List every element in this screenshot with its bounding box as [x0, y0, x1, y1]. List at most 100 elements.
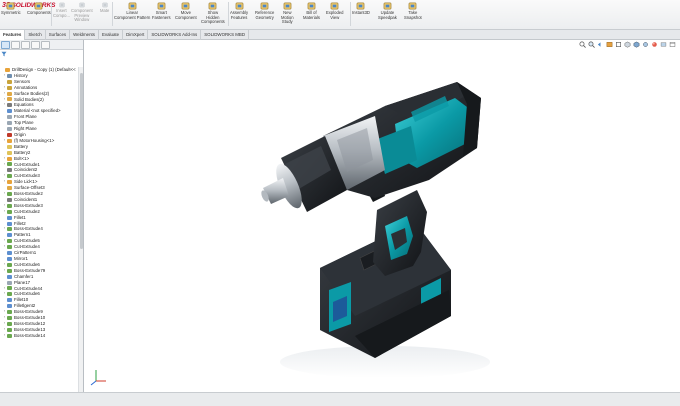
feature-icon [7, 245, 12, 250]
insert-comp-button[interactable]: Insert Compo... [53, 2, 70, 18]
instant3d-icon [357, 2, 365, 10]
feature-tree: DrillDesign - Copy (1) (Default<< › Histor… [0, 67, 78, 339]
reference-triad [90, 370, 106, 386]
feature-icon [7, 150, 12, 155]
feature-icon [7, 203, 12, 208]
feature-icon [7, 162, 12, 167]
tab-solidworks-add-ins[interactable]: SOLIDWORKS Add-Ins [148, 30, 202, 40]
feature-icon [7, 132, 12, 137]
appearance-tab-icon[interactable] [41, 40, 50, 49]
tab-weldments[interactable]: Weldments [70, 30, 99, 40]
feature-icon [7, 138, 12, 143]
tab-surfaces[interactable]: Surfaces [46, 30, 71, 40]
feature-icon [7, 91, 12, 96]
exploded-view-icon [330, 2, 339, 10]
take-snapshot-button[interactable]: Take Snapshot [404, 2, 422, 20]
feature-icon [5, 67, 10, 72]
instant3d-label: Instant3D [352, 10, 370, 15]
feature-manager-panel: DrillDesign - Copy (1) (Default<< › Histor… [0, 40, 84, 392]
feature-icon [7, 304, 12, 309]
component-preview-label: Component Preview Window [71, 8, 93, 23]
feature-icon [7, 85, 12, 90]
feature-icon [7, 186, 12, 191]
reference-geometry-label: Reference Geometry [255, 10, 275, 20]
assembly-component-label: Components [27, 10, 51, 15]
feature-icon [7, 327, 12, 332]
feature-icon [7, 286, 12, 291]
smart-fasteners-button[interactable]: Smart Fasteners [152, 2, 171, 20]
dim-sym-button[interactable]: Symmetric [1, 2, 21, 16]
drill-model-render[interactable] [85, 40, 680, 392]
smart-fasteners-icon [157, 2, 166, 10]
smart-fasteners-label: Smart Fasteners [152, 10, 171, 20]
tree-filter[interactable] [0, 50, 83, 58]
tab-sketch[interactable]: Sketch [25, 30, 46, 40]
tab-features[interactable]: Features [0, 30, 26, 40]
mate-button[interactable]: Mate [100, 2, 109, 14]
feature-icon [7, 292, 12, 297]
component-preview-button[interactable]: Component Preview Window [71, 2, 93, 23]
move-component-label: Move Component [175, 10, 197, 20]
panel-toolbar [0, 40, 83, 50]
feature-icon [7, 127, 12, 132]
feature-icon [7, 251, 12, 256]
show-hidden-label: Show Hidden Components [201, 10, 225, 25]
feature-icon [7, 333, 12, 338]
graphics-area[interactable] [85, 40, 680, 392]
assembly-features-button[interactable]: Assembly Features [230, 2, 248, 20]
feature-icon [7, 316, 12, 321]
feature-icon [7, 103, 12, 108]
update-speedpak-icon [383, 2, 392, 10]
update-speedpak-button[interactable]: Update Speedpak [378, 2, 397, 20]
instant3d-button[interactable]: Instant3D [352, 2, 370, 16]
tree-item-label: Boss-Extrude14 [14, 332, 46, 338]
feature-icon [7, 310, 12, 315]
show-hidden-button[interactable]: Show Hidden Components [201, 2, 225, 25]
tab-solidworks-mbd[interactable]: SOLIDWORKS MBD [201, 30, 249, 40]
new-motion-study-button[interactable]: New Motion Study [281, 2, 294, 25]
reference-geometry-icon [260, 2, 269, 10]
command-manager-ribbon: 3S SOLIDWORKS Symmetric Components Insert … [0, 0, 680, 30]
dimxpert-manager-tab-icon[interactable] [31, 40, 40, 49]
tree-item[interactable]: › Boss-Extrude14 [0, 333, 78, 339]
feature-icon [7, 109, 12, 114]
tree-scrollbar[interactable] [78, 67, 83, 392]
linear-pattern-button[interactable]: Linear Component Pattern [114, 2, 150, 20]
feature-icon [7, 321, 12, 326]
property-manager-tab-icon[interactable] [11, 40, 20, 49]
feature-icon [7, 191, 12, 196]
feature-icon [7, 262, 12, 267]
feature-manager-tab-icon[interactable] [1, 40, 10, 49]
feature-icon [7, 73, 12, 78]
bill-of-materials-button[interactable]: Bill of Materials [303, 2, 320, 20]
exploded-view-button[interactable]: Exploded View [326, 2, 343, 20]
tab-dimxpert[interactable]: DimXpert [123, 30, 149, 40]
tab-evaluate[interactable]: Evaluate [99, 30, 124, 40]
take-snapshot-icon [409, 2, 417, 10]
feature-icon [7, 180, 12, 185]
reference-geometry-button[interactable]: Reference Geometry [255, 2, 274, 20]
configuration-manager-tab-icon[interactable] [21, 40, 30, 49]
ribbon-separator [112, 2, 113, 26]
feature-icon [7, 256, 12, 261]
show-hidden-icon [209, 2, 217, 10]
feature-icon [7, 215, 12, 220]
feature-icon [7, 156, 12, 161]
bill-of-materials-icon [307, 2, 316, 10]
ribbon-separator [51, 2, 52, 26]
mate-label: Mate [100, 8, 110, 13]
status-bar [0, 392, 680, 406]
feature-icon [7, 115, 12, 120]
feature-icon [7, 197, 12, 202]
feature-icon [7, 268, 12, 273]
tree-scrollbar-thumb[interactable] [79, 73, 83, 249]
filter-icon[interactable] [1, 51, 7, 57]
assembly-component-button[interactable]: Components [27, 2, 51, 16]
new-motion-study-icon [283, 2, 292, 10]
dim-sym-label: Symmetric [1, 10, 21, 15]
assembly-features-label: Assembly Features [230, 10, 249, 20]
feature-icon [7, 144, 12, 149]
feature-icon [7, 174, 12, 179]
feature-icon [7, 298, 12, 303]
move-component-button[interactable]: Move Component [175, 2, 197, 20]
